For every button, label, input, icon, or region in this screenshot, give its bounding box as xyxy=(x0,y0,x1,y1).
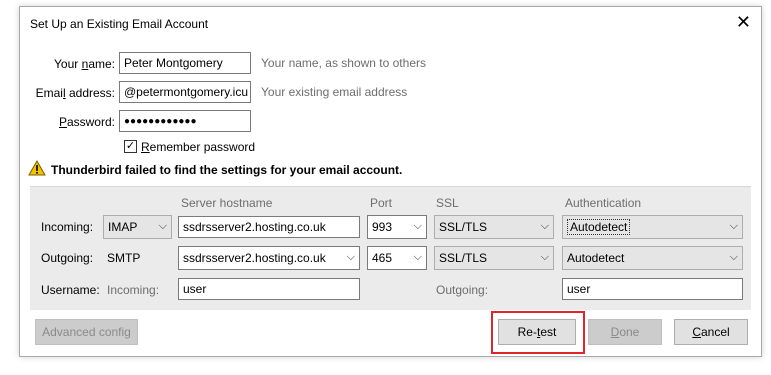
chevron-down-icon: ⌵ xyxy=(346,251,355,263)
chevron-down-icon: ⌵ xyxy=(729,251,738,263)
chevron-down-icon: ⌵ xyxy=(540,220,549,232)
outgoing-hostname-select[interactable]: ssdrsserver2.hosting.co.uk ⌵ xyxy=(178,246,360,270)
incoming-label: Incoming: xyxy=(41,220,94,234)
done-button[interactable]: Done xyxy=(588,319,662,345)
col-header-authentication: Authentication xyxy=(565,196,642,210)
incoming-protocol-select[interactable]: IMAP ⌵ xyxy=(103,215,172,239)
outgoing-auth-select[interactable]: Autodetect ⌵ xyxy=(562,246,743,270)
incoming-auth-select[interactable]: Autodetect ⌵ xyxy=(562,215,743,239)
incoming-username-field[interactable]: user xyxy=(178,278,360,300)
chevron-down-icon: ⌵ xyxy=(413,251,422,263)
incoming-port-field[interactable]: 993 ⌵ xyxy=(367,215,427,239)
chevron-down-icon: ⌵ xyxy=(413,220,422,232)
name-label: Your name: xyxy=(54,57,115,71)
chevron-down-icon: ⌵ xyxy=(729,220,738,232)
email-label: Email address: xyxy=(35,86,115,100)
outgoing-protocol: SMTP xyxy=(107,251,141,265)
username-label: Username: xyxy=(41,283,100,297)
remember-password-checkbox[interactable]: ✓ xyxy=(124,140,137,153)
cancel-button[interactable]: Cancel xyxy=(674,319,748,345)
title-bar: Set Up an Existing Email Account ✕ xyxy=(20,7,761,41)
password-label: Password: xyxy=(58,115,115,129)
retest-button[interactable]: Re-test xyxy=(498,319,576,345)
name-hint: Your name, as shown to others xyxy=(261,56,426,70)
username-incoming-label: Incoming: xyxy=(107,283,160,297)
chevron-down-icon: ⌵ xyxy=(540,251,549,263)
password-field[interactable]: ●●●●●●●●●●●● xyxy=(119,110,251,132)
outgoing-username-field[interactable]: user xyxy=(562,278,743,300)
advanced-config-button[interactable]: Advanced config xyxy=(35,319,138,345)
username-outgoing-label: Outgoing: xyxy=(436,283,489,297)
email-field[interactable]: @petermontgomery.icu xyxy=(119,81,251,103)
setup-dialog: Set Up an Existing Email Account ✕ Your … xyxy=(19,6,762,357)
col-header-port: Port xyxy=(370,196,393,210)
col-header-ssl: SSL xyxy=(436,196,459,210)
outgoing-port-field[interactable]: 465 ⌵ xyxy=(367,246,427,270)
incoming-hostname-field[interactable]: ssdrsserver2.hosting.co.uk xyxy=(178,216,360,238)
dialog-title: Set Up an Existing Email Account xyxy=(30,17,209,31)
warning-message: Thunderbird failed to find the settings … xyxy=(51,163,403,177)
remember-password-label[interactable]: Remember password xyxy=(141,140,255,154)
outgoing-label: Outgoing: xyxy=(41,251,94,265)
close-icon[interactable]: ✕ xyxy=(736,12,751,32)
incoming-ssl-select[interactable]: SSL/TLS ⌵ xyxy=(434,215,554,239)
chevron-down-icon: ⌵ xyxy=(158,220,167,232)
name-field[interactable]: Peter Montgomery xyxy=(119,52,251,74)
col-header-hostname: Server hostname xyxy=(181,196,273,210)
warning-icon xyxy=(28,159,46,176)
outgoing-ssl-select[interactable]: SSL/TLS ⌵ xyxy=(434,246,554,270)
email-hint: Your existing email address xyxy=(261,85,408,99)
